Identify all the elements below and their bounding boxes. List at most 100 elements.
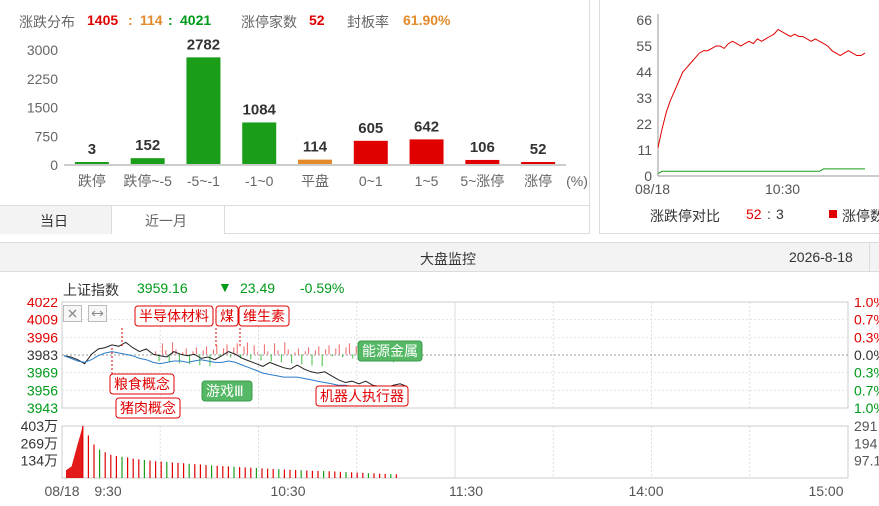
category-label: 跌停 xyxy=(78,173,106,189)
price-tick-label: 3996 xyxy=(27,329,58,345)
volume-tick-label: 269万 xyxy=(21,435,58,451)
pct-tick-label: 0.3% xyxy=(854,365,879,381)
y-tick-label: 2250 xyxy=(27,71,58,87)
monitor-date: 2026-8-18 xyxy=(789,249,853,265)
category-label: -1~0 xyxy=(245,173,274,189)
bar xyxy=(242,122,277,164)
price-tick-label: 3956 xyxy=(27,382,58,398)
monitor-panel: 大盘监控 2026-8-18 上证指数 3959.16 ▼ 23.49 -0.5… xyxy=(0,242,879,506)
category-label: 5~涨停 xyxy=(460,173,504,189)
bar xyxy=(353,140,388,164)
bar xyxy=(298,159,332,164)
unit-label: (%) xyxy=(566,173,588,189)
time-tick-label: 10:30 xyxy=(270,483,305,499)
distribution-panel: 涨跌分布 1405 : 114 : 4021 涨停家数 52 封板率 61.90… xyxy=(0,0,590,234)
concept-tag-label: 猪肉概念 xyxy=(120,400,176,416)
ratio-panel: 66 55 44 33 22 11 0 08/18 10:30 涨跌停对比 52 : 3 涨停数 xyxy=(599,0,879,234)
bar-value-label: 152 xyxy=(135,137,160,154)
distribution-chart: 3000 2250 1500 750 0 3 跌停 152 跌停~-5 2782 -5~-1 1084… xyxy=(27,36,588,189)
y-tick-label: 1500 xyxy=(27,100,58,116)
index-change-pct: -0.59% xyxy=(300,280,345,296)
ratio-sep: : xyxy=(767,206,771,222)
time-tick-label: 15:00 xyxy=(808,483,843,499)
pct-tick-label: 0.0% xyxy=(854,347,879,363)
bar-value-label: 2782 xyxy=(187,36,220,53)
x-tick-label: 10:30 xyxy=(765,181,800,197)
header-divider xyxy=(869,243,870,271)
bar xyxy=(521,162,556,164)
tab-today-label: 当日 xyxy=(40,213,68,229)
price-tick-label: 3969 xyxy=(27,365,58,381)
y-tick-label: 0 xyxy=(50,157,58,173)
monitor-title: 大盘监控 xyxy=(420,251,476,267)
pct-tick-label: 1.0% xyxy=(854,298,879,310)
time-tick-label: 08/18 xyxy=(44,483,79,499)
close-tool-button[interactable] xyxy=(63,305,82,322)
y-tick-label: 750 xyxy=(35,128,59,144)
bar xyxy=(186,57,221,164)
time-tick-label: 9:30 xyxy=(94,483,121,499)
pct-tick-label: 0.3% xyxy=(854,329,879,345)
legend-label: 涨停数 xyxy=(842,208,879,224)
index-change: 23.49 xyxy=(240,280,276,296)
monitor-header: 大盘监控 2026-8-18 xyxy=(0,243,879,272)
volume-area xyxy=(66,426,83,478)
volume-right-tick: 194 xyxy=(854,435,878,451)
bar-value-label: 52 xyxy=(530,141,547,158)
bar-value-label: 642 xyxy=(414,118,439,135)
bar xyxy=(74,162,109,164)
intraday-chart: 40224009399639833969395639431.0%0.7%0.3%… xyxy=(21,298,879,499)
volume-right-tick: 97.1 xyxy=(854,453,879,469)
pct-tick-label: 1.0% xyxy=(854,400,879,416)
category-label: 涨停 xyxy=(524,173,552,189)
expand-tool-button[interactable] xyxy=(88,305,107,322)
price-tick-label: 3983 xyxy=(27,347,58,363)
bar xyxy=(130,158,165,164)
legend-swatch xyxy=(829,210,837,218)
series-line xyxy=(657,28,866,148)
series-line xyxy=(657,168,865,175)
limit-ratio-chart: 665544332211008/18 10:30 xyxy=(635,12,879,197)
bar-value-label: 605 xyxy=(358,120,383,137)
y-tick-label: 44 xyxy=(636,64,652,80)
category-label: 0~1 xyxy=(359,173,383,189)
bar-value-label: 3 xyxy=(88,141,96,158)
price-tick-label: 4009 xyxy=(27,312,58,328)
price-tick-label: 3943 xyxy=(27,400,58,416)
close-icon xyxy=(68,309,77,318)
volume-tick-label: 403万 xyxy=(21,418,58,434)
tab-month-label: 近一月 xyxy=(145,213,187,229)
bar-value-label: 106 xyxy=(470,139,495,156)
category-label: 平盘 xyxy=(301,173,329,189)
concept-tag-label: 半导体材料 xyxy=(139,308,209,324)
concept-tag-label: 机器人执行器 xyxy=(320,388,404,404)
tab-bar: 当日 近一月 xyxy=(0,205,589,234)
ratio-up-value: 52 xyxy=(746,206,762,222)
tab-today[interactable]: 当日 xyxy=(0,206,112,234)
expand-icon xyxy=(91,310,104,317)
ratio-label: 涨跌停对比 xyxy=(650,208,720,224)
pct-tick-label: 0.7% xyxy=(854,312,879,328)
concept-tag-label: 游戏Ⅲ xyxy=(206,383,244,399)
y-tick-label: 22 xyxy=(636,116,652,132)
category-label: -5~-1 xyxy=(187,173,220,189)
y-tick-label: 11 xyxy=(637,142,652,158)
concept-tag-label: 维生素 xyxy=(243,308,285,324)
category-label: 跌停~-5 xyxy=(123,173,172,189)
volume-right-tick: 291 xyxy=(854,418,878,434)
pct-tick-label: 0.7% xyxy=(854,382,879,398)
y-tick-label: 55 xyxy=(636,38,652,54)
ratio-down-value: 3 xyxy=(776,206,784,222)
time-tick-label: 11:30 xyxy=(449,483,483,499)
tab-month[interactable]: 近一月 xyxy=(112,206,225,234)
volume-tick-label: 134万 xyxy=(21,453,58,469)
category-label: 1~5 xyxy=(415,173,439,189)
bar xyxy=(465,159,500,164)
price-tick-label: 4022 xyxy=(27,298,58,310)
concept-tag-label: 能源金属 xyxy=(362,343,418,359)
time-tick-label: 14:00 xyxy=(628,483,663,499)
concept-tag-label: 粮食概念 xyxy=(114,376,170,392)
concept-tag-label: 煤 xyxy=(220,308,234,324)
index-value: 3959.16 xyxy=(137,280,188,296)
x-tick-label: 08/18 xyxy=(635,181,670,197)
